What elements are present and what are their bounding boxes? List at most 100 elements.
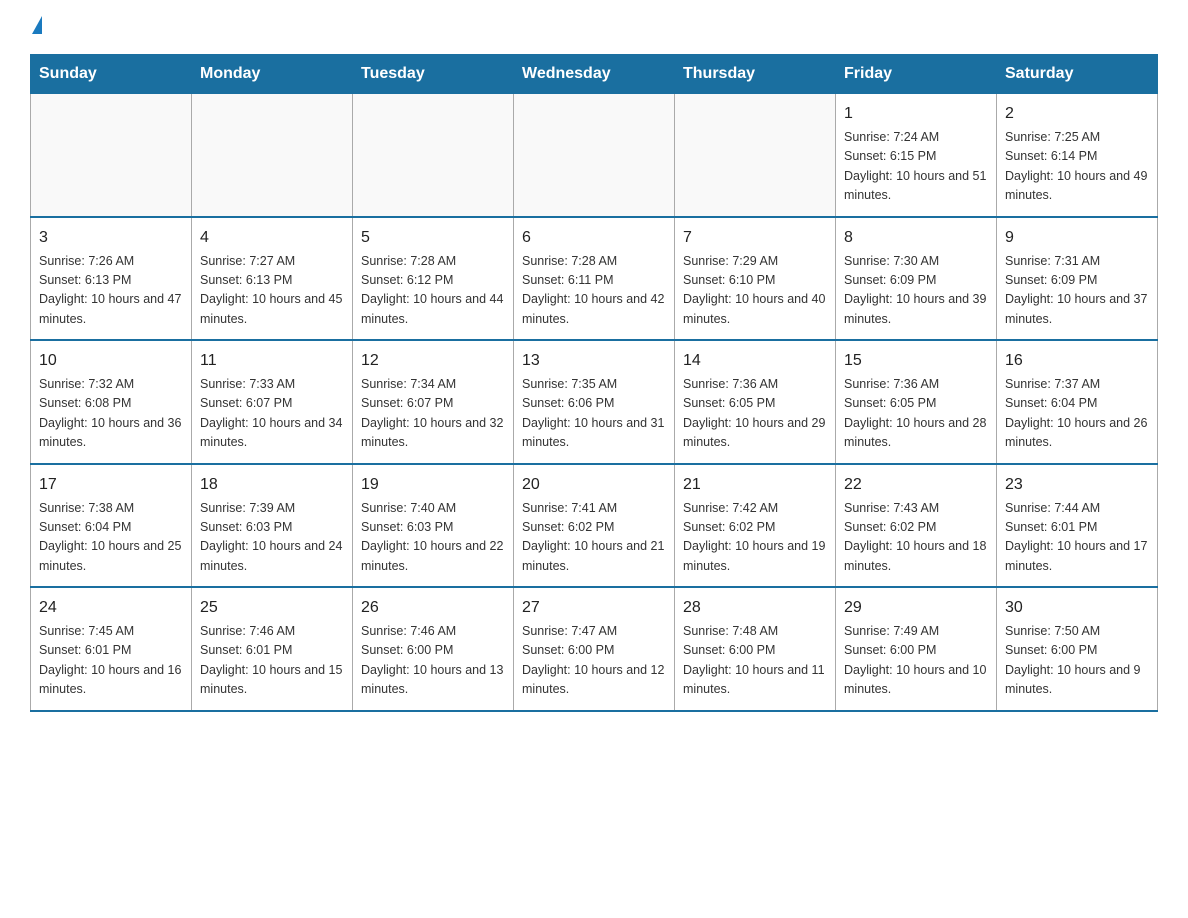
day-number: 1: [844, 102, 988, 126]
day-number: 2: [1005, 102, 1149, 126]
calendar-header: SundayMondayTuesdayWednesdayThursdayFrid…: [31, 55, 1158, 94]
day-info: Sunrise: 7:42 AM Sunset: 6:02 PM Dayligh…: [683, 499, 827, 577]
calendar-cell: 8Sunrise: 7:30 AM Sunset: 6:09 PM Daylig…: [836, 217, 997, 341]
calendar-cell: 24Sunrise: 7:45 AM Sunset: 6:01 PM Dayli…: [31, 587, 192, 711]
calendar-week-2: 3Sunrise: 7:26 AM Sunset: 6:13 PM Daylig…: [31, 217, 1158, 341]
calendar-cell: 1Sunrise: 7:24 AM Sunset: 6:15 PM Daylig…: [836, 94, 997, 217]
day-info: Sunrise: 7:25 AM Sunset: 6:14 PM Dayligh…: [1005, 128, 1149, 206]
day-info: Sunrise: 7:28 AM Sunset: 6:11 PM Dayligh…: [522, 252, 666, 330]
calendar-cell: 4Sunrise: 7:27 AM Sunset: 6:13 PM Daylig…: [192, 217, 353, 341]
day-number: 8: [844, 226, 988, 250]
calendar-cell: 18Sunrise: 7:39 AM Sunset: 6:03 PM Dayli…: [192, 464, 353, 588]
day-info: Sunrise: 7:32 AM Sunset: 6:08 PM Dayligh…: [39, 375, 183, 453]
calendar-cell: 29Sunrise: 7:49 AM Sunset: 6:00 PM Dayli…: [836, 587, 997, 711]
calendar-week-4: 17Sunrise: 7:38 AM Sunset: 6:04 PM Dayli…: [31, 464, 1158, 588]
day-info: Sunrise: 7:41 AM Sunset: 6:02 PM Dayligh…: [522, 499, 666, 577]
days-of-week-row: SundayMondayTuesdayWednesdayThursdayFrid…: [31, 55, 1158, 94]
day-number: 16: [1005, 349, 1149, 373]
day-number: 5: [361, 226, 505, 250]
calendar-cell: 3Sunrise: 7:26 AM Sunset: 6:13 PM Daylig…: [31, 217, 192, 341]
day-header-friday: Friday: [836, 55, 997, 94]
day-header-thursday: Thursday: [675, 55, 836, 94]
day-number: 27: [522, 596, 666, 620]
calendar-week-1: 1Sunrise: 7:24 AM Sunset: 6:15 PM Daylig…: [31, 94, 1158, 217]
calendar-table: SundayMondayTuesdayWednesdayThursdayFrid…: [30, 54, 1158, 712]
calendar-cell: 20Sunrise: 7:41 AM Sunset: 6:02 PM Dayli…: [514, 464, 675, 588]
day-number: 28: [683, 596, 827, 620]
day-info: Sunrise: 7:29 AM Sunset: 6:10 PM Dayligh…: [683, 252, 827, 330]
day-number: 29: [844, 596, 988, 620]
calendar-cell: [675, 94, 836, 217]
calendar-cell: 28Sunrise: 7:48 AM Sunset: 6:00 PM Dayli…: [675, 587, 836, 711]
calendar-cell: 23Sunrise: 7:44 AM Sunset: 6:01 PM Dayli…: [997, 464, 1158, 588]
day-number: 6: [522, 226, 666, 250]
day-number: 25: [200, 596, 344, 620]
day-number: 23: [1005, 473, 1149, 497]
calendar-cell: [192, 94, 353, 217]
day-number: 12: [361, 349, 505, 373]
day-number: 3: [39, 226, 183, 250]
day-info: Sunrise: 7:36 AM Sunset: 6:05 PM Dayligh…: [844, 375, 988, 453]
day-number: 10: [39, 349, 183, 373]
calendar-body: 1Sunrise: 7:24 AM Sunset: 6:15 PM Daylig…: [31, 94, 1158, 711]
page-header: [30, 20, 1158, 38]
calendar-cell: 2Sunrise: 7:25 AM Sunset: 6:14 PM Daylig…: [997, 94, 1158, 217]
calendar-cell: 22Sunrise: 7:43 AM Sunset: 6:02 PM Dayli…: [836, 464, 997, 588]
day-number: 13: [522, 349, 666, 373]
day-number: 19: [361, 473, 505, 497]
day-header-monday: Monday: [192, 55, 353, 94]
day-info: Sunrise: 7:35 AM Sunset: 6:06 PM Dayligh…: [522, 375, 666, 453]
logo-triangle-icon: [32, 16, 42, 34]
calendar-cell: 5Sunrise: 7:28 AM Sunset: 6:12 PM Daylig…: [353, 217, 514, 341]
day-number: 15: [844, 349, 988, 373]
calendar-cell: 9Sunrise: 7:31 AM Sunset: 6:09 PM Daylig…: [997, 217, 1158, 341]
calendar-cell: 6Sunrise: 7:28 AM Sunset: 6:11 PM Daylig…: [514, 217, 675, 341]
calendar-cell: 19Sunrise: 7:40 AM Sunset: 6:03 PM Dayli…: [353, 464, 514, 588]
calendar-cell: 13Sunrise: 7:35 AM Sunset: 6:06 PM Dayli…: [514, 340, 675, 464]
day-header-wednesday: Wednesday: [514, 55, 675, 94]
day-info: Sunrise: 7:50 AM Sunset: 6:00 PM Dayligh…: [1005, 622, 1149, 700]
calendar-cell: 7Sunrise: 7:29 AM Sunset: 6:10 PM Daylig…: [675, 217, 836, 341]
calendar-cell: 10Sunrise: 7:32 AM Sunset: 6:08 PM Dayli…: [31, 340, 192, 464]
logo: [30, 20, 42, 38]
calendar-cell: 30Sunrise: 7:50 AM Sunset: 6:00 PM Dayli…: [997, 587, 1158, 711]
calendar-week-3: 10Sunrise: 7:32 AM Sunset: 6:08 PM Dayli…: [31, 340, 1158, 464]
calendar-cell: 17Sunrise: 7:38 AM Sunset: 6:04 PM Dayli…: [31, 464, 192, 588]
day-number: 7: [683, 226, 827, 250]
calendar-cell: 11Sunrise: 7:33 AM Sunset: 6:07 PM Dayli…: [192, 340, 353, 464]
day-number: 18: [200, 473, 344, 497]
calendar-cell: 16Sunrise: 7:37 AM Sunset: 6:04 PM Dayli…: [997, 340, 1158, 464]
calendar-cell: [353, 94, 514, 217]
calendar-cell: 15Sunrise: 7:36 AM Sunset: 6:05 PM Dayli…: [836, 340, 997, 464]
calendar-cell: 14Sunrise: 7:36 AM Sunset: 6:05 PM Dayli…: [675, 340, 836, 464]
day-info: Sunrise: 7:47 AM Sunset: 6:00 PM Dayligh…: [522, 622, 666, 700]
day-info: Sunrise: 7:28 AM Sunset: 6:12 PM Dayligh…: [361, 252, 505, 330]
day-info: Sunrise: 7:44 AM Sunset: 6:01 PM Dayligh…: [1005, 499, 1149, 577]
day-info: Sunrise: 7:26 AM Sunset: 6:13 PM Dayligh…: [39, 252, 183, 330]
day-number: 17: [39, 473, 183, 497]
day-number: 22: [844, 473, 988, 497]
day-info: Sunrise: 7:36 AM Sunset: 6:05 PM Dayligh…: [683, 375, 827, 453]
calendar-cell: [514, 94, 675, 217]
day-info: Sunrise: 7:24 AM Sunset: 6:15 PM Dayligh…: [844, 128, 988, 206]
day-number: 26: [361, 596, 505, 620]
calendar-week-5: 24Sunrise: 7:45 AM Sunset: 6:01 PM Dayli…: [31, 587, 1158, 711]
day-info: Sunrise: 7:37 AM Sunset: 6:04 PM Dayligh…: [1005, 375, 1149, 453]
calendar-cell: 25Sunrise: 7:46 AM Sunset: 6:01 PM Dayli…: [192, 587, 353, 711]
day-header-saturday: Saturday: [997, 55, 1158, 94]
day-info: Sunrise: 7:46 AM Sunset: 6:01 PM Dayligh…: [200, 622, 344, 700]
day-info: Sunrise: 7:39 AM Sunset: 6:03 PM Dayligh…: [200, 499, 344, 577]
calendar-cell: 21Sunrise: 7:42 AM Sunset: 6:02 PM Dayli…: [675, 464, 836, 588]
day-info: Sunrise: 7:30 AM Sunset: 6:09 PM Dayligh…: [844, 252, 988, 330]
day-info: Sunrise: 7:33 AM Sunset: 6:07 PM Dayligh…: [200, 375, 344, 453]
day-info: Sunrise: 7:38 AM Sunset: 6:04 PM Dayligh…: [39, 499, 183, 577]
day-number: 9: [1005, 226, 1149, 250]
calendar-cell: [31, 94, 192, 217]
day-header-tuesday: Tuesday: [353, 55, 514, 94]
day-number: 24: [39, 596, 183, 620]
day-number: 20: [522, 473, 666, 497]
day-info: Sunrise: 7:31 AM Sunset: 6:09 PM Dayligh…: [1005, 252, 1149, 330]
day-info: Sunrise: 7:34 AM Sunset: 6:07 PM Dayligh…: [361, 375, 505, 453]
day-info: Sunrise: 7:45 AM Sunset: 6:01 PM Dayligh…: [39, 622, 183, 700]
day-info: Sunrise: 7:27 AM Sunset: 6:13 PM Dayligh…: [200, 252, 344, 330]
